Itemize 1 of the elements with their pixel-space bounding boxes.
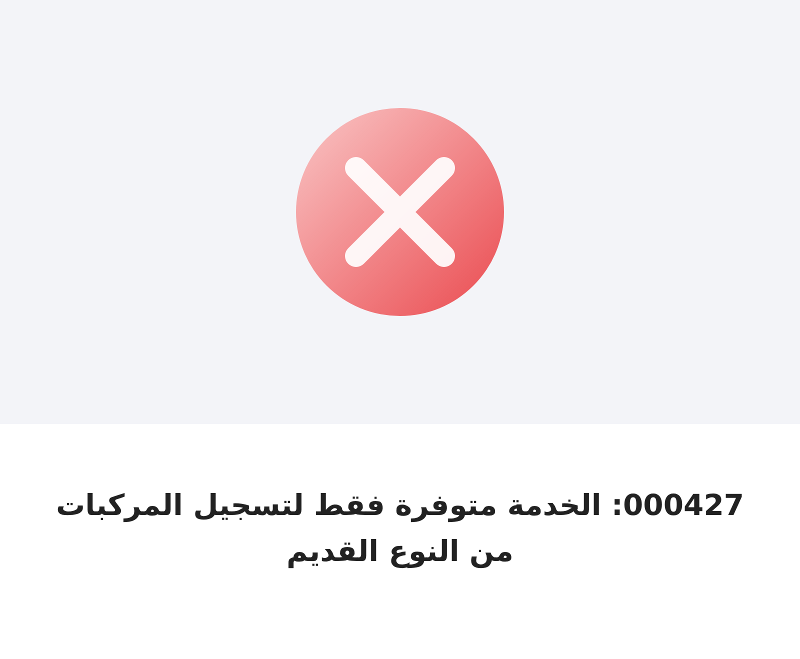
error-message: 000427: الخدمة متوفرة فقط لتسجيل المركبات من النوع القديم bbox=[54, 487, 746, 570]
